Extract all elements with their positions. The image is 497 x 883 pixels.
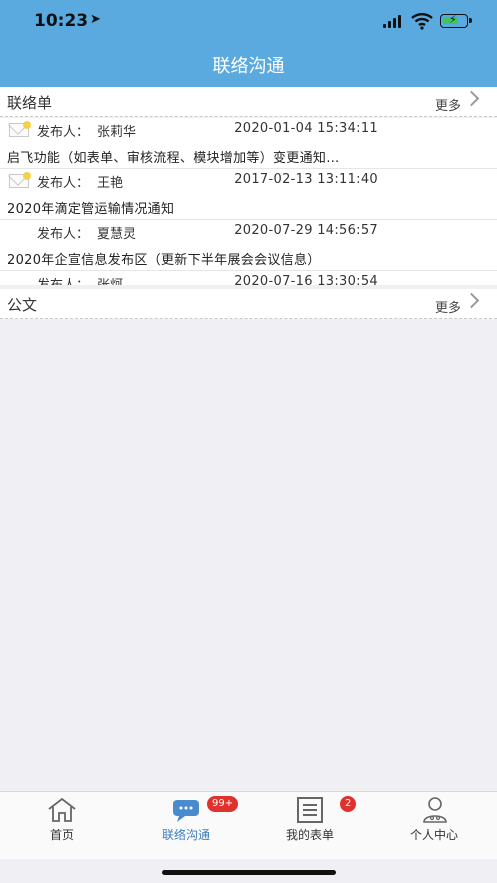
nav-bar: 联络沟通: [0, 44, 497, 87]
publisher-label: 发布人：: [37, 176, 90, 191]
envelope-icon: [9, 172, 31, 188]
publisher-name: 张炣: [97, 274, 123, 285]
publisher-name: 夏慧灵: [97, 227, 137, 242]
cellular-signal-icon: [383, 15, 403, 28]
publish-date: 2020-07-29 14:56:57: [234, 223, 378, 238]
item-subject: 启飞功能（如表单、审核流程、模块增加等）变更通知…: [7, 151, 340, 166]
list-item[interactable]: 发布人： 王艳 2017-02-13 13:11:40 2020年滴定管运输情况…: [0, 169, 497, 220]
section-header-documents: 公文 更多: [0, 289, 497, 319]
liaison-list: 发布人： 张莉华 2020-01-04 15:34:11 启飞功能（如表单、审核…: [0, 118, 497, 285]
tab-home[interactable]: 首页: [0, 792, 124, 860]
more-link[interactable]: 更多: [435, 297, 461, 316]
home-icon: [48, 797, 76, 822]
item-subject: 2020年滴定管运输情况通知: [7, 202, 175, 217]
more-link[interactable]: 更多: [435, 95, 461, 114]
badge-count: 2: [340, 796, 357, 812]
form-icon: [297, 797, 323, 823]
publish-date: 2017-02-13 13:11:40: [234, 172, 378, 187]
section-header-liaison: 联络单 更多: [0, 87, 497, 117]
home-indicator[interactable]: [162, 870, 336, 875]
person-icon: [423, 797, 447, 823]
chat-icon: [173, 800, 199, 822]
tab-liaison[interactable]: 99+ 联络沟通: [124, 792, 248, 860]
publish-date: 2020-07-16 13:30:54: [234, 274, 378, 285]
section-title: 联络单: [7, 94, 53, 112]
tab-label: 我的表单: [285, 828, 334, 842]
status-bar: 10:23 ➤ ⚡: [0, 0, 497, 44]
location-arrow-icon: ➤: [90, 12, 101, 27]
wifi-icon: [411, 13, 433, 30]
tab-my-forms[interactable]: 2 我的表单: [248, 792, 372, 860]
battery-icon: ⚡: [440, 13, 472, 28]
list-item[interactable]: 发布人： 张炣 2020-07-16 13:30:54: [0, 271, 497, 285]
publisher-label: 发布人：: [37, 125, 90, 140]
tab-label: 个人中心: [409, 828, 458, 842]
list-item[interactable]: 发布人： 夏慧灵 2020-07-29 14:56:57 2020年企宣信息发布…: [0, 220, 497, 271]
publisher-name: 张莉华: [97, 125, 137, 140]
badge-count: 99+: [207, 796, 239, 812]
envelope-icon: [9, 121, 31, 137]
tab-label: 联络沟通: [161, 828, 210, 842]
publish-date: 2020-01-04 15:34:11: [234, 121, 378, 136]
page-title: 联络沟通: [212, 56, 285, 77]
publisher-label: 发布人：: [37, 227, 90, 242]
chevron-right-icon[interactable]: [463, 90, 480, 107]
publisher-label: 发布人：: [37, 274, 89, 285]
section-title: 公文: [7, 296, 38, 314]
chevron-right-icon[interactable]: [463, 292, 480, 309]
tab-profile[interactable]: 个人中心: [372, 792, 496, 860]
status-time: 10:23: [34, 11, 89, 31]
tab-bar: 首页 99+ 联络沟通 2 我的表单 个人中心: [0, 791, 497, 859]
item-subject: 2020年企宣信息发布区（更新下半年展会会议信息）: [7, 253, 321, 268]
list-item[interactable]: 发布人： 张莉华 2020-01-04 15:34:11 启飞功能（如表单、审核…: [0, 118, 497, 169]
tab-label: 首页: [49, 828, 74, 842]
publisher-name: 王艳: [97, 176, 124, 191]
